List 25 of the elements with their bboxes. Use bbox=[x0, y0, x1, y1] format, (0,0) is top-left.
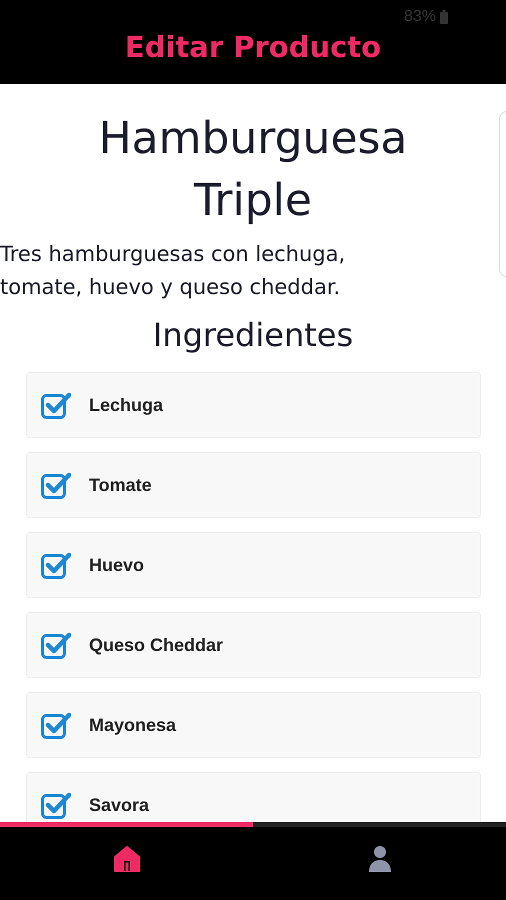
user-icon[interactable] bbox=[368, 844, 392, 872]
ingredient-row[interactable]: Mayonesa bbox=[26, 692, 481, 758]
checkbox[interactable] bbox=[41, 391, 71, 419]
ingredient-label: Savora bbox=[89, 794, 150, 816]
product-name: Hamburguesa Triple bbox=[98, 112, 408, 228]
home-icon[interactable] bbox=[112, 844, 140, 872]
ingredient-row[interactable]: Lechuga bbox=[26, 372, 481, 438]
checkbox[interactable] bbox=[41, 791, 71, 819]
ingredient-label: Lechuga bbox=[89, 394, 164, 416]
checkbox[interactable] bbox=[41, 631, 71, 659]
product-description: Tres hamburguesas con lechuga, tomate, huevo y queso cheddar. bbox=[0, 241, 346, 301]
ingredient-label: Mayonesa bbox=[89, 714, 176, 736]
checkbox[interactable] bbox=[41, 711, 71, 739]
ingredient-row[interactable]: Huevo bbox=[26, 532, 481, 598]
section-heading: Ingredientes bbox=[152, 316, 354, 354]
battery-icon bbox=[440, 10, 448, 24]
ingredient-label: Queso Cheddar bbox=[89, 634, 224, 656]
ingredient-label: Tomate bbox=[89, 474, 152, 496]
ingredient-label: Huevo bbox=[89, 554, 144, 576]
ingredient-row[interactable]: Queso Cheddar bbox=[26, 612, 481, 678]
checkbox[interactable] bbox=[41, 471, 71, 499]
ingredient-row[interactable]: Savora bbox=[26, 772, 481, 822]
screen-title: Editar Producto bbox=[124, 30, 382, 64]
ingredient-row[interactable]: Tomate bbox=[26, 452, 481, 518]
checkbox[interactable] bbox=[41, 551, 71, 579]
